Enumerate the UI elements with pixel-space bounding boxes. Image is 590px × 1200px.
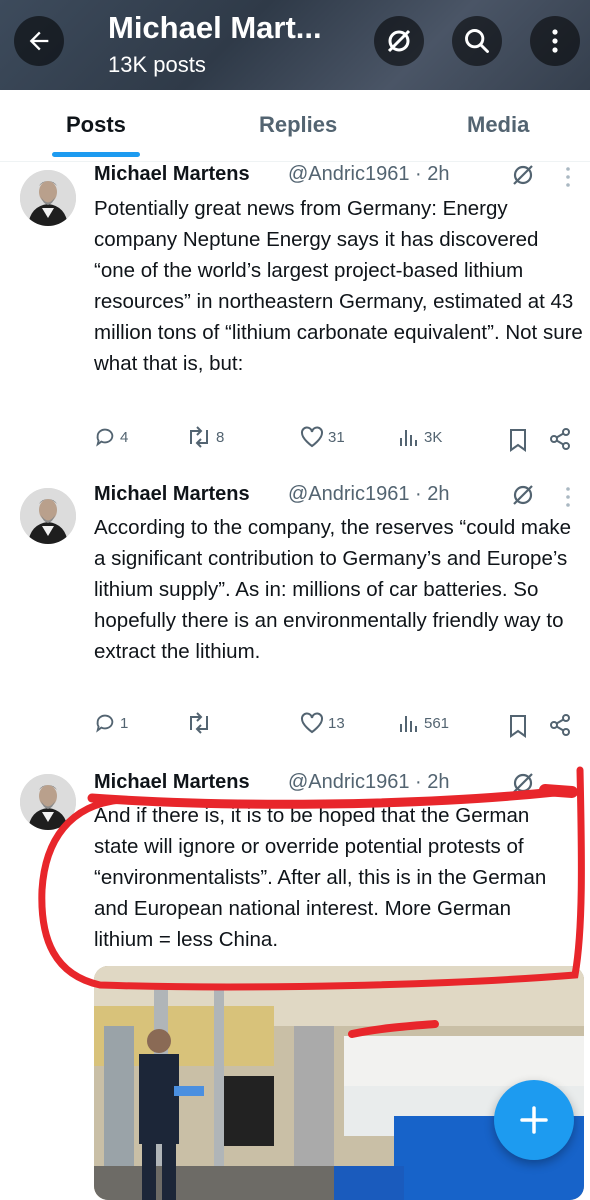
author-name[interactable]: Michael Martens [94,163,250,186]
profile-header: Michael Mart... 13K posts [0,0,590,90]
views-icon [400,716,417,732]
post-actions: 1 13 561 [94,712,574,742]
more-options-button[interactable] [530,16,580,66]
post-text: And if there is, it is to be hoped that … [94,804,547,951]
repost-button[interactable] [186,712,216,734]
views-button[interactable]: 561 [398,712,449,734]
avatar-portrait-icon [20,774,76,830]
reply-button[interactable]: 4 [94,426,128,448]
grok-icon[interactable] [510,482,536,508]
author-handle-time: @Andric1961 · 2h [288,163,450,185]
grok-icon [387,29,411,53]
like-count: 31 [328,428,345,446]
search-button[interactable] [452,16,502,66]
grok-icon[interactable] [510,770,536,796]
grok-icon[interactable] [510,162,536,188]
compose-button[interactable] [494,1080,574,1160]
avatar[interactable] [20,170,76,226]
repost-count: 8 [216,428,225,446]
reply-count: 4 [120,428,129,446]
share-icon[interactable] [548,713,572,737]
tab-media[interactable]: Media [467,112,529,138]
active-tab-indicator [52,152,140,157]
like-button[interactable]: 31 [300,426,345,448]
reply-icon [96,714,114,733]
views-icon [400,430,417,446]
more-vertical-icon [552,29,558,53]
warehouse-photo-illustration [94,966,584,1200]
author-name[interactable]: Michael Martens [94,771,250,794]
like-icon [301,426,323,448]
reply-button[interactable]: 1 [94,712,128,734]
like-icon [301,712,323,734]
tab-posts[interactable]: Posts [66,112,126,138]
back-arrow-icon [29,31,49,51]
tab-replies[interactable]: Replies [259,112,337,138]
search-icon [465,29,489,53]
avatar-portrait-icon [20,488,76,544]
back-button[interactable] [14,16,64,66]
reply-count: 1 [120,714,129,732]
post-text: According to the company, the reserves “… [94,516,572,663]
post-text: Potentially great news from Germany: Ene… [94,197,583,375]
avatar[interactable] [20,774,76,830]
author-handle-time: @Andric1961 · 2h [288,483,450,505]
repost-icon [190,426,208,448]
grok-button[interactable] [374,16,424,66]
reply-icon [96,428,114,447]
views-button[interactable]: 3K [398,426,442,448]
bookmark-icon[interactable] [508,428,528,452]
like-button[interactable]: 13 [300,712,345,734]
posts-count: 13K posts [108,52,206,77]
avatar[interactable] [20,488,76,544]
more-vertical-icon[interactable] [565,166,571,188]
avatar-portrait-icon [20,170,76,226]
author-name[interactable]: Michael Martens [94,483,250,506]
views-count: 561 [424,714,450,732]
share-icon[interactable] [548,427,572,451]
author-handle-time: @Andric1961 · 2h [288,771,450,793]
compose-plus-icon [520,1106,548,1134]
like-count: 13 [328,714,345,732]
views-count: 3K [424,428,443,446]
bookmark-icon[interactable] [508,714,528,738]
profile-name-title: Michael Mart... [108,10,322,45]
more-vertical-icon[interactable] [565,486,571,508]
repost-icon [190,712,208,734]
repost-button[interactable]: 8 [186,426,224,448]
post-actions: 4 8 31 3K [94,426,574,456]
post-image[interactable] [94,966,584,1200]
